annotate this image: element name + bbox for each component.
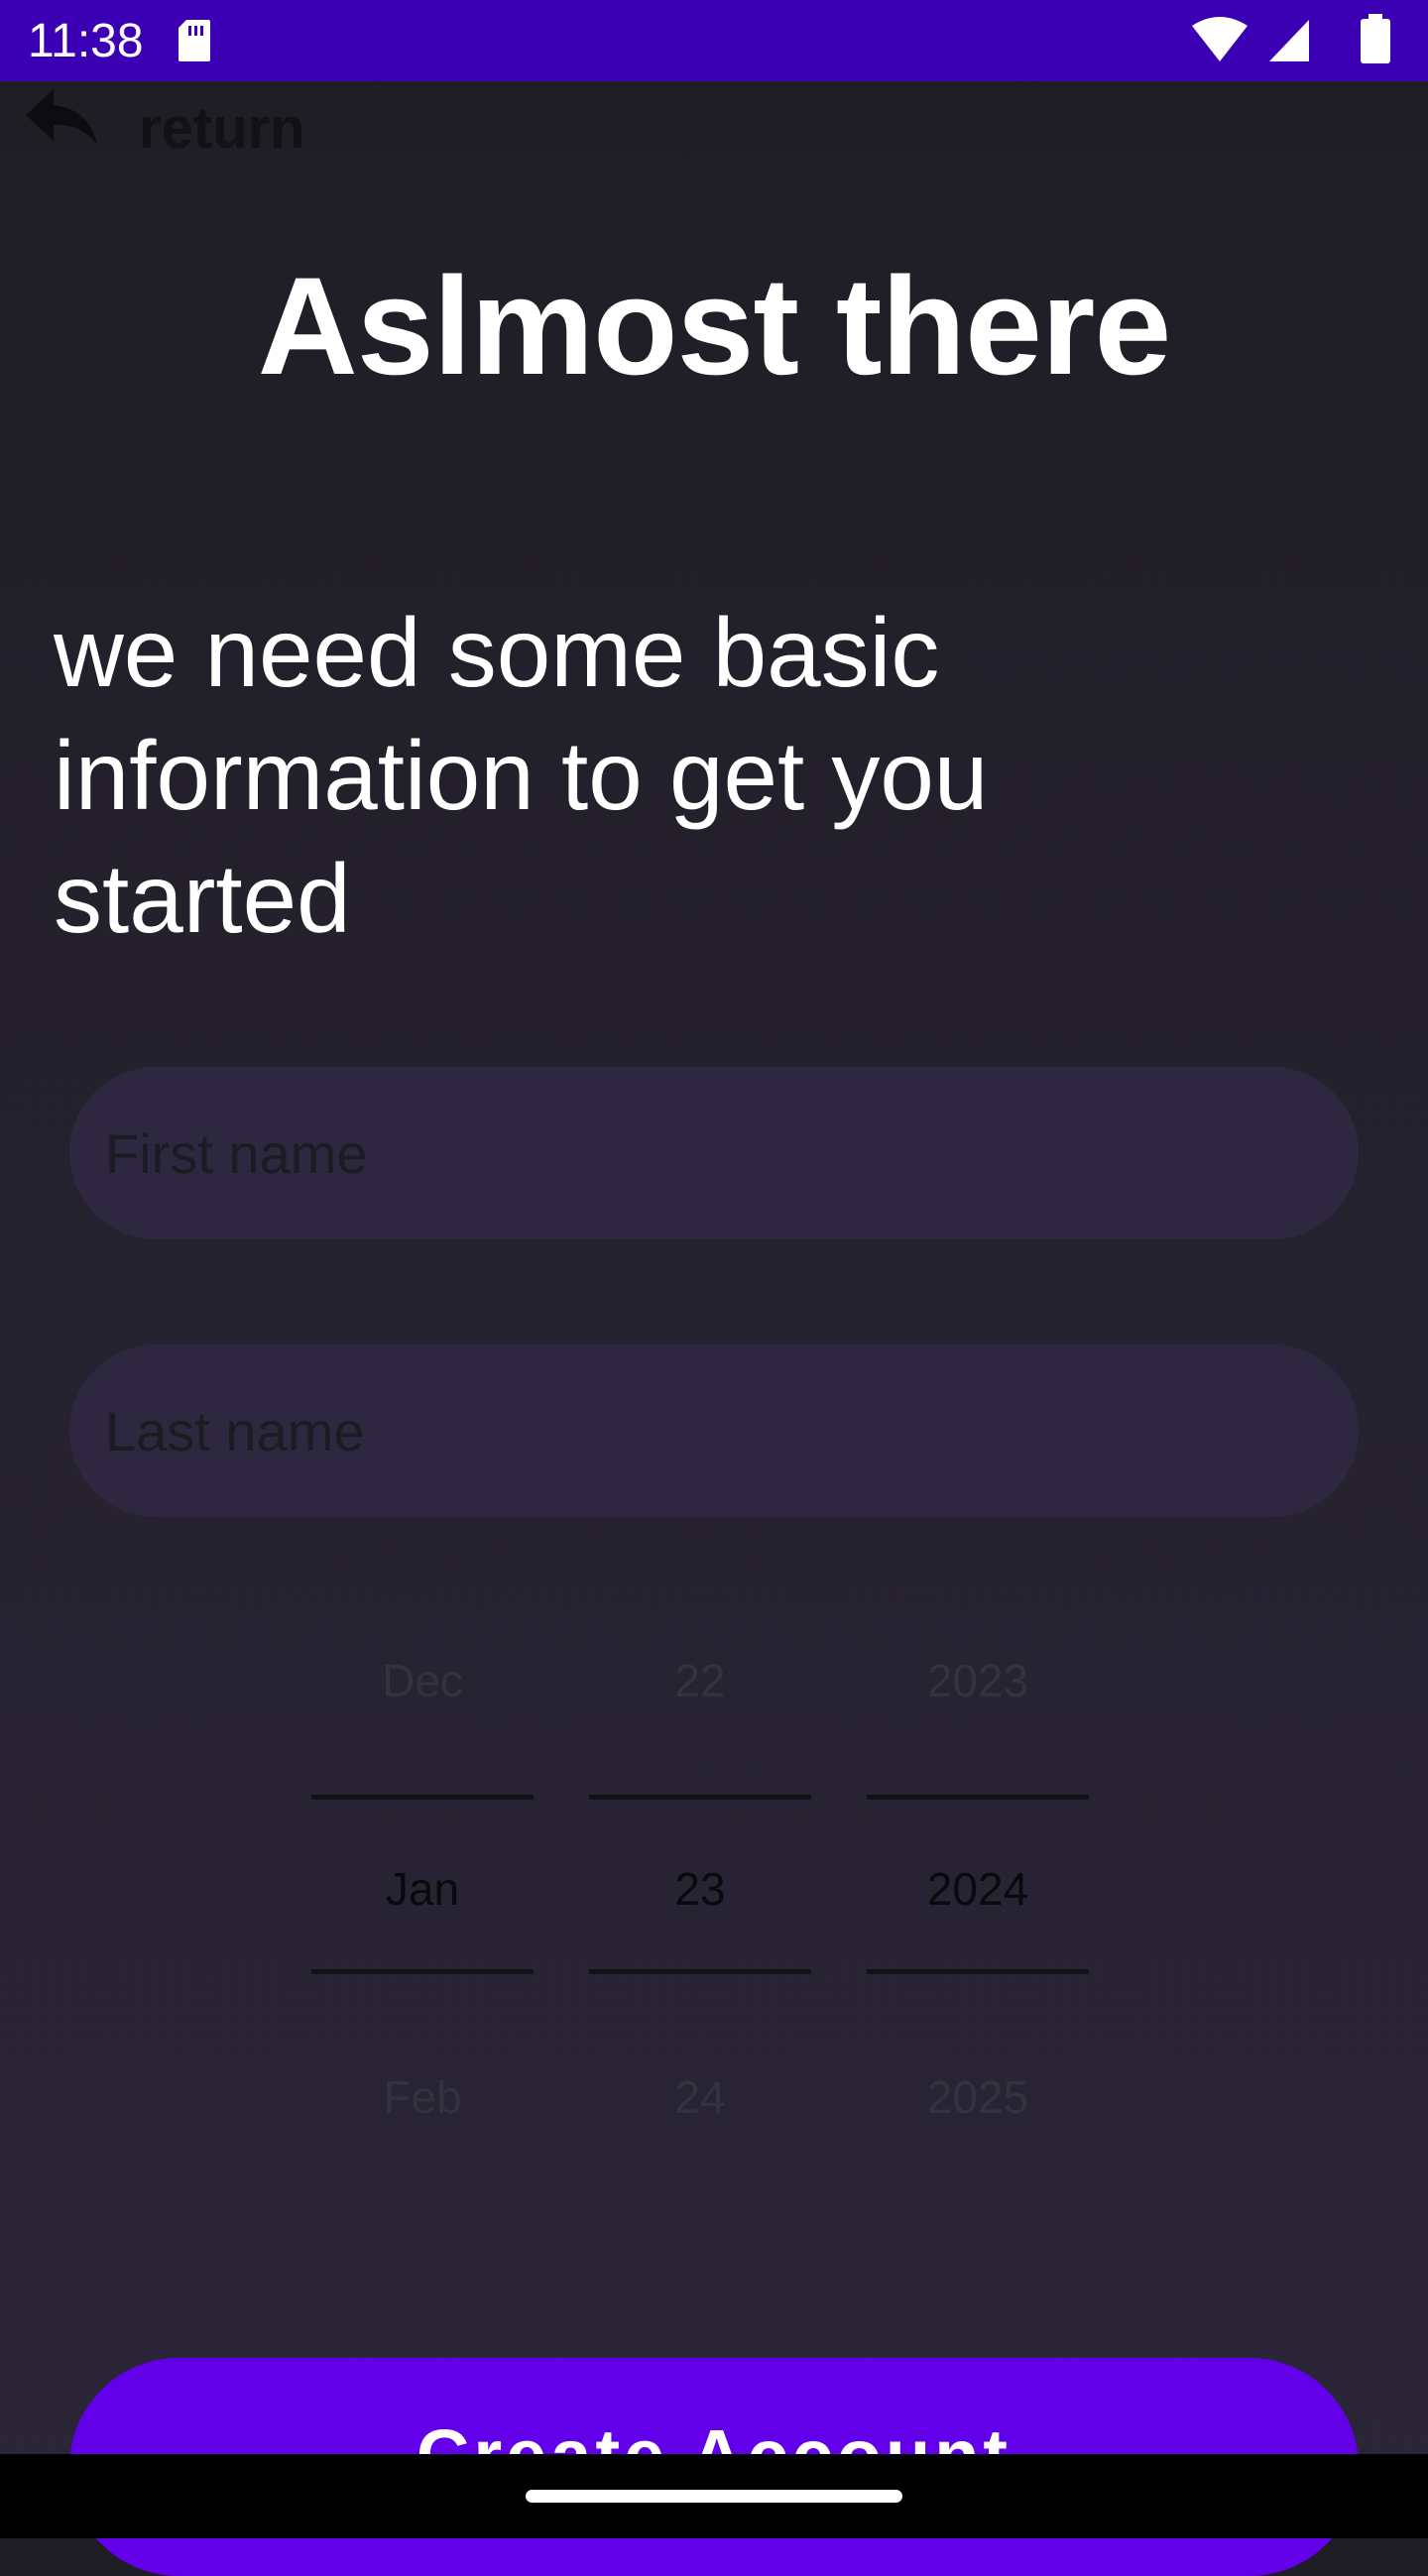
sd-card-icon <box>178 20 210 61</box>
day-next-option[interactable]: 24 <box>589 2070 811 2124</box>
month-prev-option[interactable]: Dec <box>311 1654 534 1707</box>
battery-icon <box>1361 14 1390 63</box>
picker-divider <box>867 1795 1089 1800</box>
page-title: Aslmost there <box>257 248 1172 404</box>
return-button[interactable]: return <box>24 85 351 175</box>
day-selected-option[interactable]: 23 <box>589 1862 811 1916</box>
day-picker[interactable]: 22 23 24 <box>589 1636 811 2123</box>
cell-signal-icon <box>1269 20 1309 61</box>
month-next-option[interactable]: Feb <box>311 2070 534 2124</box>
year-prev-option[interactable]: 2023 <box>867 1654 1089 1707</box>
wifi-icon <box>1192 17 1248 61</box>
picker-divider <box>589 1969 811 1974</box>
picker-divider <box>867 1969 1089 1974</box>
reply-arrow-icon <box>26 89 97 145</box>
picker-divider <box>589 1795 811 1800</box>
year-next-option[interactable]: 2025 <box>867 2070 1089 2124</box>
picker-divider <box>311 1795 534 1800</box>
system-navigation-bar <box>0 2454 1428 2538</box>
month-picker[interactable]: Dec Jan Feb <box>311 1636 534 2123</box>
day-prev-option[interactable]: 22 <box>589 1654 811 1707</box>
year-picker[interactable]: 2023 2024 2025 <box>867 1636 1089 2123</box>
first-name-field[interactable] <box>69 1067 1359 1239</box>
year-selected-option[interactable]: 2024 <box>867 1862 1089 1916</box>
picker-divider <box>311 1969 534 1974</box>
last-name-field[interactable] <box>69 1345 1359 1517</box>
month-selected-option[interactable]: Jan <box>311 1862 534 1916</box>
status-bar: 11:38 <box>0 0 1428 81</box>
status-time: 11:38 <box>28 15 144 67</box>
status-icons <box>1192 14 1390 63</box>
home-gesture-handle[interactable] <box>526 2490 902 2503</box>
page-subtitle: we need some basic information to get yo… <box>54 598 989 953</box>
return-label: return <box>139 96 305 161</box>
